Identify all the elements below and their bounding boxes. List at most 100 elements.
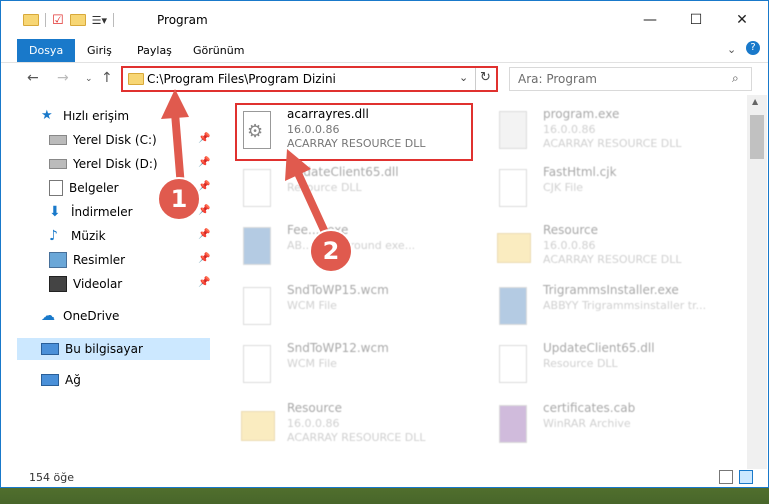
- minimize-button[interactable]: —: [627, 1, 673, 39]
- file-description: Resource DLL: [543, 357, 618, 370]
- file-description: WCM File: [287, 357, 337, 370]
- list-item[interactable]: program.exe 16.0.0.86 ACARRAY RESOURCE D…: [495, 105, 735, 161]
- refresh-icon[interactable]: ↻: [480, 70, 491, 85]
- back-arrow-icon[interactable]: ←: [27, 70, 39, 86]
- file-name: UpdateClient65.dll: [543, 341, 655, 355]
- close-button[interactable]: ✕: [719, 1, 765, 39]
- file-description: WinRAR Archive: [543, 417, 631, 430]
- status-bar: 154 öğe: [1, 467, 768, 487]
- exe-file-icon: [495, 287, 535, 331]
- address-dropdown-icon[interactable]: ⌄: [459, 71, 468, 84]
- explorer-window: ☑ ☰▾ Program — ☐ ✕ Dosya Giriş Paylaş Gö…: [0, 0, 769, 488]
- archive-icon: [495, 405, 535, 449]
- sidebar-item-label: Videolar: [73, 277, 123, 291]
- tab-share[interactable]: Paylaş: [125, 39, 184, 62]
- file-name: UpdateClient65.dll: [287, 165, 399, 179]
- item-count: 154 öğe: [29, 471, 74, 484]
- sidebar-item-network[interactable]: Ağ: [41, 369, 81, 391]
- document-icon: [49, 180, 63, 196]
- list-item[interactable]: TrigrammsInstaller.exe ABBYY Trigrammsin…: [495, 281, 735, 337]
- sidebar-item-documents[interactable]: Belgeler: [49, 177, 119, 199]
- sidebar-item-label: İndirmeler: [71, 205, 133, 219]
- separator: [113, 13, 115, 27]
- address-path[interactable]: C:\Program Files\Program Dizini: [147, 72, 336, 86]
- sidebar-item-quick-access[interactable]: ★ Hızlı erişim: [41, 105, 129, 127]
- pin-icon[interactable]: 📌: [198, 181, 210, 192]
- list-item[interactable]: Resource 16.0.0.86 ACARRAY RESOURCE DLL: [495, 221, 735, 277]
- pin-icon[interactable]: 📌: [198, 253, 210, 264]
- folder-icon: [495, 227, 535, 271]
- scroll-up-icon[interactable]: ▲: [752, 97, 758, 106]
- customize-toolbar-icon[interactable]: ☰▾: [92, 14, 107, 27]
- list-item[interactable]: Fee... .exe AB... Background exe...: [239, 221, 479, 277]
- list-item[interactable]: SndToWP12.wcm WCM File: [239, 339, 479, 395]
- exe-file-icon: [495, 111, 535, 155]
- sidebar-item-videos[interactable]: Videolar: [49, 273, 122, 295]
- pin-icon[interactable]: 📌: [198, 157, 210, 168]
- ribbon-expand-icon[interactable]: ⌄: [727, 43, 736, 56]
- sidebar-item-label: Bu bilgisayar: [65, 342, 143, 356]
- drive-icon: [49, 135, 67, 145]
- sidebar-item-label: OneDrive: [63, 309, 120, 323]
- folder-icon: [23, 14, 39, 26]
- sidebar-item-downloads[interactable]: ⬇ İndirmeler: [49, 201, 133, 223]
- window-title: Program: [157, 13, 208, 27]
- sidebar-item-label: Hızlı erişim: [63, 109, 130, 123]
- list-item[interactable]: Resource 16.0.0.86 ACARRAY RESOURCE DLL: [239, 399, 479, 455]
- list-item[interactable]: FastHtml.cjk CJK File: [495, 163, 735, 219]
- list-item[interactable]: UpdateClient65.dll Resource DLL: [495, 339, 735, 395]
- sidebar-item-drive-d[interactable]: Yerel Disk (D:): [49, 153, 158, 175]
- new-folder-icon[interactable]: [69, 14, 86, 26]
- vertical-scrollbar[interactable]: ▲: [747, 95, 767, 469]
- search-box[interactable]: Ara: Program ⌕: [509, 67, 752, 91]
- pin-icon[interactable]: 📌: [198, 229, 210, 240]
- dll-file-icon: [239, 169, 279, 213]
- recent-dropdown-icon[interactable]: ⌄: [85, 74, 93, 84]
- sidebar-item-label: Yerel Disk (C:): [73, 133, 157, 147]
- file-icon: [239, 287, 279, 331]
- navigation-pane: ★ Hızlı erişim Yerel Disk (C:) 📌 Yerel D…: [1, 99, 211, 459]
- sidebar-item-label: Yerel Disk (D:): [73, 157, 158, 171]
- navigation-bar: ← → ⌄ ↑ C:\Program Files\Program Dizini …: [1, 63, 768, 95]
- file-version: 16.0.0.86: [287, 417, 340, 430]
- tab-view[interactable]: Görünüm: [181, 39, 256, 62]
- forward-arrow-icon[interactable]: →: [57, 70, 69, 86]
- file-icon: [495, 169, 535, 213]
- search-input[interactable]: Ara: Program: [518, 72, 597, 86]
- dll-file-icon: [495, 345, 535, 389]
- sidebar-item-label: Müzik: [71, 229, 106, 243]
- pin-icon[interactable]: 📌: [198, 133, 210, 144]
- large-icons-view-icon[interactable]: [739, 470, 753, 484]
- exe-file-icon: [239, 227, 279, 271]
- pin-icon[interactable]: 📌: [198, 205, 210, 216]
- download-icon: ⬇: [49, 204, 61, 220]
- sidebar-item-pictures[interactable]: Resimler: [49, 249, 125, 271]
- sidebar-item-this-pc[interactable]: Bu bilgisayar: [41, 338, 143, 360]
- separator: [475, 68, 476, 90]
- list-item[interactable]: certificates.cab WinRAR Archive: [495, 399, 735, 455]
- file-description: ACARRAY RESOURCE DLL: [543, 137, 682, 150]
- sidebar-item-drive-c[interactable]: Yerel Disk (C:): [49, 129, 157, 151]
- selected-file-highlight: [235, 103, 473, 161]
- search-icon[interactable]: ⌕: [732, 71, 739, 86]
- tab-home[interactable]: Giriş: [75, 39, 124, 62]
- list-item[interactable]: SndToWP15.wcm WCM File: [239, 281, 479, 337]
- list-item[interactable]: UpdateClient65.dll Resource DLL: [239, 163, 479, 219]
- file-description: ACARRAY RESOURCE DLL: [287, 431, 426, 444]
- drive-icon: [49, 159, 67, 169]
- cloud-icon: ☁: [41, 308, 55, 324]
- address-bar[interactable]: C:\Program Files\Program Dizini ⌄ ↻: [121, 66, 498, 92]
- scrollbar-thumb[interactable]: [750, 115, 764, 159]
- pin-icon[interactable]: 📌: [198, 277, 210, 288]
- maximize-button[interactable]: ☐: [673, 1, 719, 39]
- sidebar-item-onedrive[interactable]: ☁ OneDrive: [41, 305, 119, 327]
- file-description: CJK File: [543, 181, 584, 194]
- sidebar-item-music[interactable]: ♪ Müzik: [49, 225, 106, 247]
- up-arrow-icon[interactable]: ↑: [101, 70, 113, 86]
- properties-icon[interactable]: ☑: [52, 13, 64, 28]
- file-version: 16.0.0.86: [543, 239, 596, 252]
- help-icon[interactable]: ?: [746, 41, 760, 55]
- folder-icon: [239, 405, 279, 449]
- tab-file[interactable]: Dosya: [17, 39, 76, 62]
- details-view-icon[interactable]: [719, 470, 733, 484]
